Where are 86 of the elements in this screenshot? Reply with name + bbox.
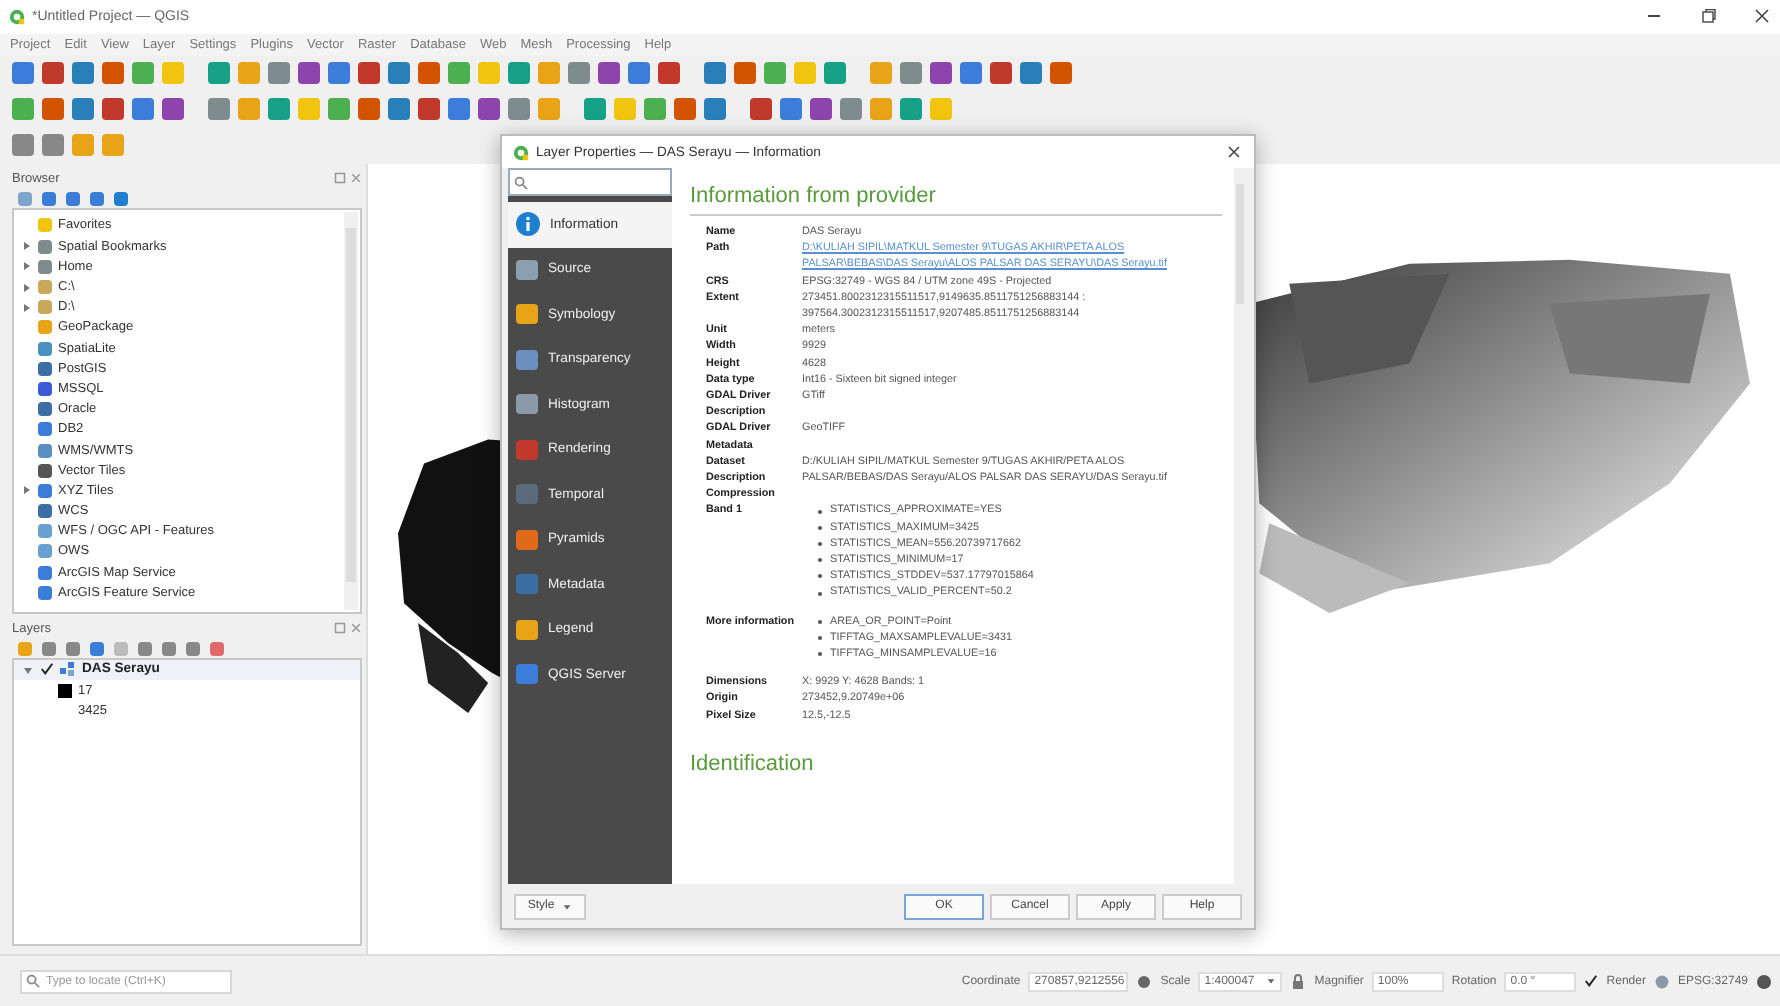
caret-icon [562,901,573,911]
raster-layer-icon [60,661,76,678]
toolbar-button[interactable] [1050,62,1072,85]
toolbar-button[interactable] [102,98,124,121]
qgis-logo-icon [512,143,530,161]
toolbar-button[interactable] [960,62,982,85]
lock-icon[interactable] [1290,973,1307,990]
toolbar-button[interactable] [208,62,230,85]
search-icon [26,974,40,989]
search-icon [514,175,528,189]
toolbar-button[interactable] [388,62,410,85]
toolbar-button[interactable] [358,98,380,121]
search-field[interactable] [508,168,672,196]
qgis-logo-icon [8,7,26,26]
page-icon [516,439,538,460]
toolbar-button[interactable] [584,98,606,121]
toolbar-button[interactable] [750,98,772,121]
toolbar-button[interactable] [12,134,34,157]
scrollbar[interactable] [344,211,358,610]
toolbar-button[interactable] [418,62,440,85]
section-heading: Information from provider [690,184,938,208]
toolbar-button[interactable] [268,98,290,121]
toolbar-button[interactable] [840,98,862,121]
toolbar-button[interactable] [162,98,184,121]
toolbar-button[interactable] [990,62,1012,85]
expand-arrow-icon[interactable] [22,663,34,676]
toolbar-button[interactable] [42,62,64,85]
toolbar-button[interactable] [12,98,34,121]
toolbar-button[interactable] [208,98,230,121]
restore-icon[interactable] [1698,6,1718,27]
toolbar-button[interactable] [930,62,952,85]
info-icon [516,212,540,237]
page-icon [516,664,538,685]
toolbar-button[interactable] [704,98,726,121]
float-icon[interactable] [334,622,346,635]
page-icon [516,349,538,370]
toolbar-button[interactable] [132,98,154,121]
page-icon [516,619,538,640]
toolbar-button[interactable] [268,62,290,85]
toolbar-button[interactable] [900,98,922,121]
toolbar-button[interactable] [72,98,94,121]
page-icon [516,574,538,595]
caret-icon [1266,976,1277,987]
toolbar-button[interactable] [328,98,350,121]
toolbar-button[interactable] [358,62,380,85]
toolbar-button[interactable] [674,98,696,121]
toolbar-button[interactable] [418,98,440,121]
toolbar-button[interactable] [824,62,846,85]
toolbar-button[interactable] [1020,62,1042,85]
toolbar-button[interactable] [598,62,620,85]
float-icon[interactable] [334,172,346,185]
toolbar-button[interactable] [388,98,410,121]
toolbar-button[interactable] [12,62,34,85]
toolbar-button[interactable] [734,62,756,85]
toolbar-button[interactable] [448,98,470,121]
toolbar-button[interactable] [448,62,470,85]
toolbar-button[interactable] [508,98,530,121]
toolbar-button[interactable] [810,98,832,121]
toolbar-button[interactable] [132,62,154,85]
page-icon [516,529,538,550]
toolbar-button[interactable] [328,62,350,85]
toolbar-button[interactable] [478,98,500,121]
toolbar-button[interactable] [658,62,680,85]
checkbox[interactable] [40,662,54,677]
expand-arrow-icon[interactable] [20,484,32,497]
toolbar-button[interactable] [780,98,802,121]
toolbar-button[interactable] [900,62,922,85]
toolbar-button[interactable] [764,62,786,85]
toolbar-button[interactable] [704,62,726,85]
toolbar-button[interactable] [568,62,590,85]
toolbar-button[interactable] [298,62,320,85]
close-icon[interactable] [1752,6,1772,27]
page-icon [516,259,538,280]
toolbar-button[interactable] [628,62,650,85]
toolbar-button[interactable] [102,62,124,85]
toolbar-button[interactable] [42,98,64,121]
toolbar-button[interactable] [508,62,530,85]
toolbar-button[interactable] [644,98,666,121]
toolbar-button[interactable] [42,134,64,157]
page-icon [516,304,538,325]
page-icon [516,394,538,415]
toolbar-button[interactable] [72,62,94,85]
section-heading: Identification [690,751,816,776]
close-icon[interactable] [1224,142,1244,162]
page-icon [516,484,538,505]
checkbox[interactable] [1584,974,1599,989]
